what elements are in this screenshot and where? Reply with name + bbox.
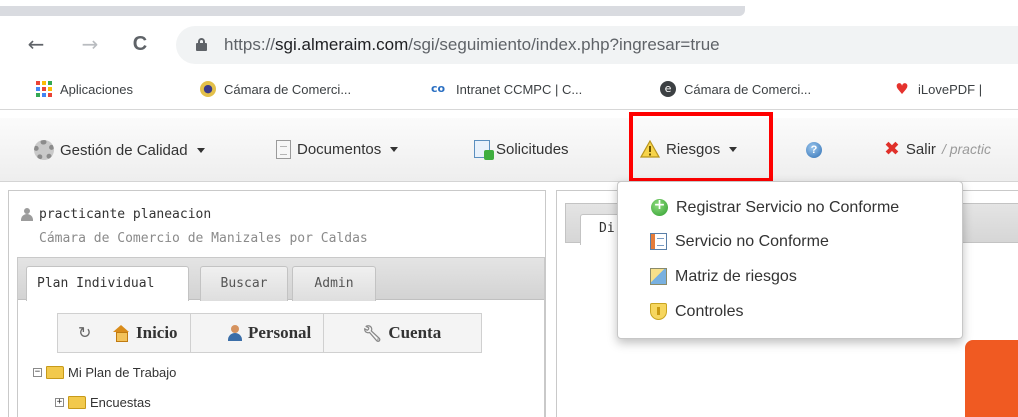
form-icon (650, 233, 667, 250)
menu-item-controles[interactable]: Controles (618, 295, 962, 328)
account-button[interactable]: 🔧︎ Cuenta (350, 314, 453, 352)
tab-buscar[interactable]: Buscar (200, 266, 288, 301)
orange-banner (965, 340, 1018, 417)
highlight-box (629, 112, 773, 182)
menu-label: Solicitudes (496, 140, 569, 158)
menu-item-servicio-nc[interactable]: Servicio no Conforme (618, 225, 962, 258)
home-label: Inicio (136, 323, 178, 342)
bookmark-apps[interactable]: Aplicaciones (36, 81, 133, 97)
help-icon: ? (806, 142, 822, 158)
help-button[interactable]: ? (806, 142, 822, 158)
chevron-down-icon (196, 147, 205, 153)
bookmark-camara-1[interactable]: ● Cámara de Comerci... (200, 81, 351, 97)
bookmark-camara-2[interactable]: e Cámara de Comerci... (660, 81, 811, 97)
left-panel: practicante planeacion Cámara de Comerci… (8, 190, 546, 417)
account-label: Cuenta (388, 323, 442, 342)
user-icon (21, 208, 33, 221)
browser-address-row: ← → C https://sgi.almeraim.com/sgi/segui… (0, 22, 1018, 68)
url-prefix: https:// (224, 35, 276, 54)
back-button[interactable]: ← (24, 32, 48, 56)
logout-label: Salir (905, 140, 936, 158)
personal-label: Personal (248, 323, 312, 342)
tree-item-label: Mi Plan de Trabajo (68, 365, 177, 380)
menu-item-label: Registrar Servicio no Conforme (676, 198, 900, 216)
left-tabs-header: Plan Individual Buscar Admin (18, 258, 544, 301)
tree-item[interactable]: − Mi Plan de Trabajo (33, 365, 176, 380)
home-button[interactable]: Inicio (100, 314, 191, 352)
menu-label: Documentos (297, 141, 382, 158)
add-circle-icon (651, 197, 668, 216)
browser-tab-edge (0, 6, 745, 16)
bookmark-label: iLovePDF | (918, 81, 983, 97)
folder-open-icon (46, 366, 64, 379)
lock-icon (196, 38, 207, 51)
url-host: sgi.almeraim.com (275, 35, 409, 54)
apps-grid-icon (36, 81, 52, 97)
menu-item-label: Controles (675, 302, 744, 320)
bookmark-label: Cámara de Comerci... (224, 81, 352, 97)
forward-button[interactable]: → (78, 32, 102, 56)
refresh-icon[interactable]: ↻ (78, 323, 91, 342)
bookmark-label: Cámara de Comerci... (684, 81, 812, 97)
menu-item-registrar-snc[interactable]: Registrar Servicio no Conforme (618, 191, 962, 224)
document-icon (276, 140, 291, 159)
url-path: /sgi/seguimiento/index.php?ingresar=true (408, 35, 720, 54)
personal-button[interactable]: Personal (216, 314, 325, 352)
expand-icon[interactable]: + (55, 398, 64, 407)
heart-icon: ♥ (895, 80, 909, 98)
intranet-icon: ᴄᴏ (430, 82, 446, 95)
menu-solicitudes[interactable]: Solicitudes (474, 140, 569, 160)
tree-item[interactable]: + Encuestas (55, 395, 151, 410)
menu-label: Gestión de Calidad (60, 141, 188, 159)
bookmark-ilovepdf[interactable]: ♥ iLovePDF | (894, 81, 982, 97)
gear-icon (34, 140, 54, 160)
menu-item-label: Servicio no Conforme (675, 232, 829, 250)
bookmark-intranet[interactable]: ᴄᴏ Intranet CCMPC | C... (428, 81, 582, 97)
app-toolbar: Gestión de Calidad Documentos Solicitude… (0, 118, 1018, 182)
shield-icon (650, 303, 667, 320)
riesgos-dropdown: Registrar Servicio no Conforme Servicio … (617, 181, 963, 339)
tab-admin[interactable]: Admin (292, 266, 376, 301)
user-line: practicante planeacion (21, 207, 211, 222)
browser-tab-strip (0, 0, 1018, 20)
logout-button[interactable]: ✖ Salir / practic (884, 138, 991, 160)
address-bar[interactable]: https://sgi.almeraim.com/sgi/seguimiento… (176, 26, 1018, 64)
menu-gestion-calidad[interactable]: Gestión de Calidad (34, 140, 205, 160)
user-name: practicante planeacion (39, 207, 212, 222)
bookmark-label: Intranet CCMPC | C... (456, 81, 583, 97)
tab-plan-individual[interactable]: Plan Individual (26, 266, 189, 301)
bookmarks-bar: Aplicaciones ● Cámara de Comerci... ᴄᴏ I… (0, 70, 1018, 110)
matrix-icon (650, 268, 667, 285)
chamber-icon: ● (200, 81, 216, 97)
quick-bar: ↻ Inicio Personal 🔧︎ Cuenta (57, 313, 482, 353)
tree-item-label: Encuestas (90, 395, 151, 410)
collapse-icon[interactable]: − (33, 368, 42, 377)
close-icon: ✖ (884, 138, 900, 160)
wrench-icon: 🔧︎ (362, 323, 383, 343)
menu-item-matriz-riesgos[interactable]: Matriz de riesgos (618, 260, 962, 293)
menu-item-label: Matriz de riesgos (675, 267, 797, 285)
request-icon (474, 140, 494, 160)
e-icon: e (660, 81, 676, 97)
person-icon (228, 325, 242, 341)
bookmark-label: Aplicaciones (60, 81, 133, 97)
user-suffix: / practic (941, 141, 991, 157)
menu-documentos[interactable]: Documentos (276, 140, 399, 159)
folder-icon (68, 396, 86, 409)
url-text[interactable]: https://sgi.almeraim.com/sgi/seguimiento… (224, 35, 720, 55)
organization-name: Cámara de Comercio de Manizales por Cald… (39, 231, 368, 246)
reload-button[interactable]: C (128, 32, 152, 56)
home-icon (112, 325, 130, 342)
chevron-down-icon (390, 147, 399, 152)
